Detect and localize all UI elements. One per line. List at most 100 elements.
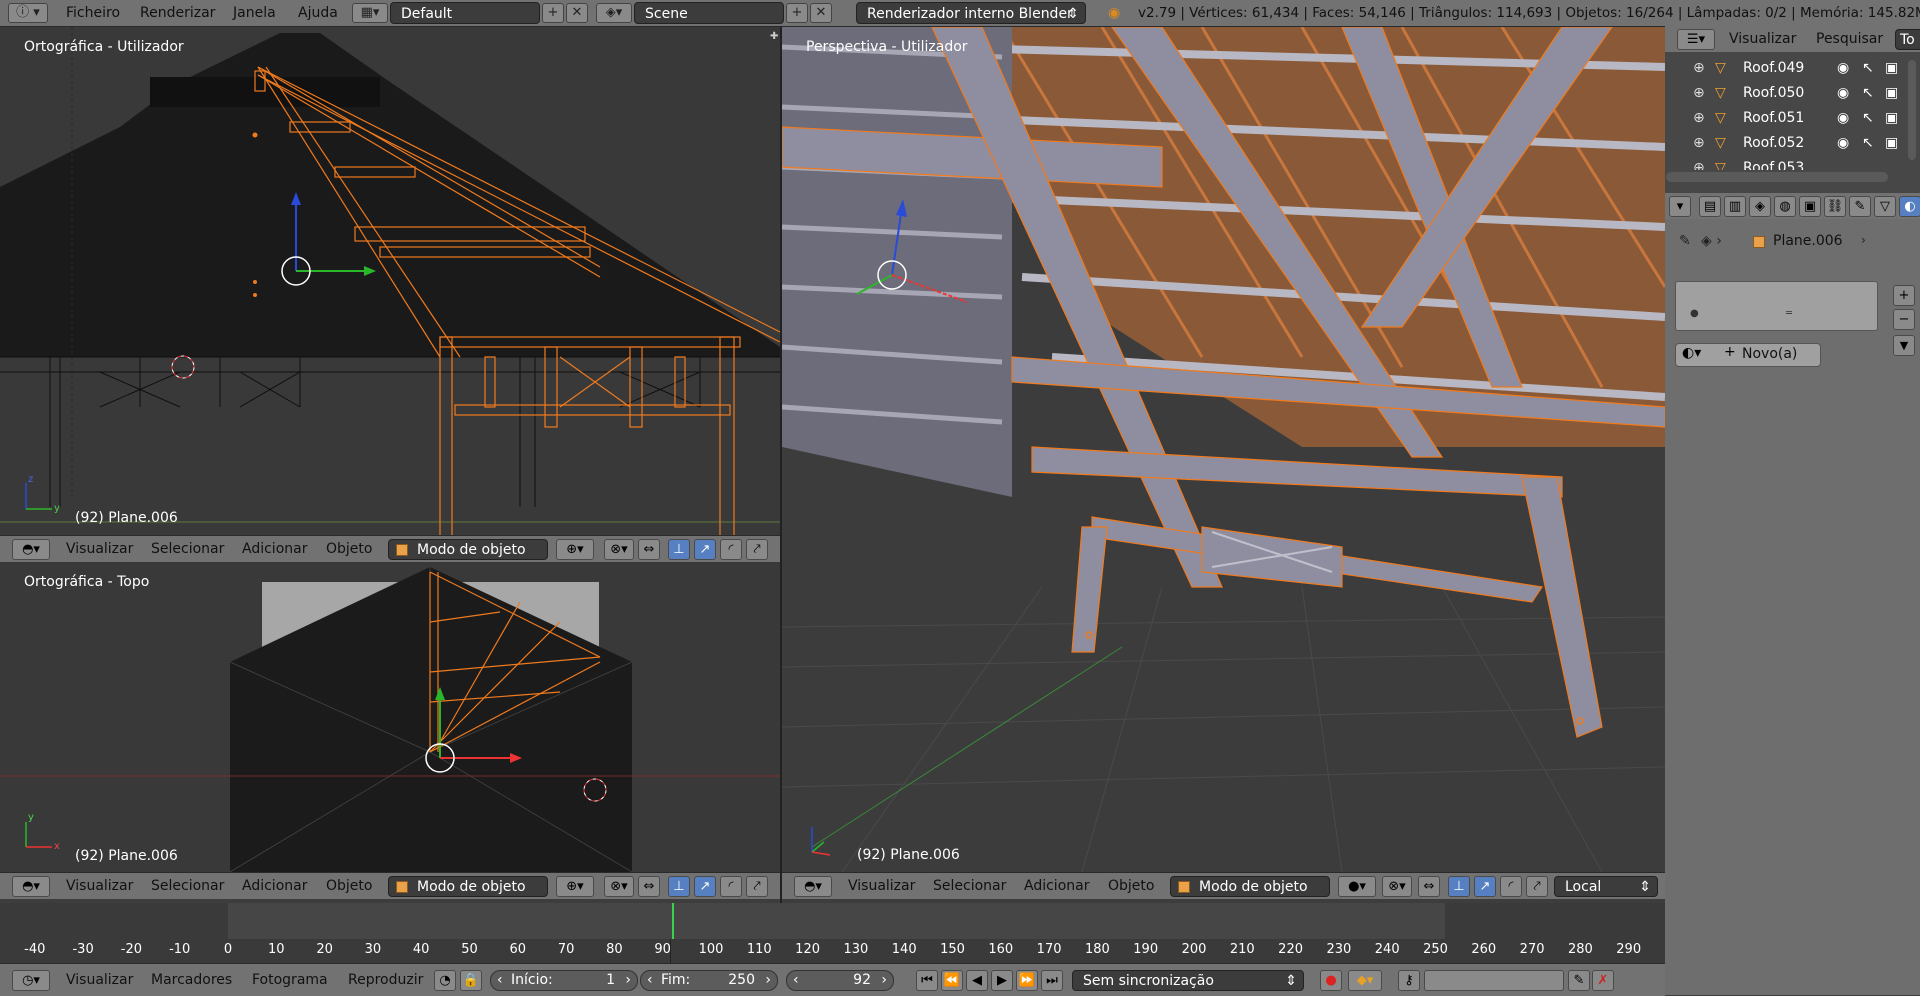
start-frame-field[interactable]: ‹ Início: 1 › bbox=[490, 970, 638, 991]
add-scene-button[interactable]: + bbox=[786, 3, 808, 23]
menu-object[interactable]: Objeto bbox=[326, 536, 372, 562]
jump-keyframe-forward-button[interactable]: ⏩ bbox=[1016, 970, 1038, 991]
transform-orientation-select[interactable]: Local ⇕ bbox=[1554, 876, 1658, 897]
rotate-manipulator-button[interactable]: ◜ bbox=[720, 876, 742, 897]
editor-type-button[interactable]: ◓▾ bbox=[794, 876, 832, 897]
scene-icon[interactable]: ◈▾ bbox=[596, 3, 632, 23]
viewport-shading-button[interactable]: ⊕▾ bbox=[556, 876, 594, 897]
scale-manipulator-button[interactable]: ⤤ bbox=[1526, 876, 1548, 897]
manipulator-toggle[interactable]: ⇔ bbox=[638, 539, 660, 560]
current-frame-field[interactable]: ‹ 92 › bbox=[786, 970, 894, 991]
increment-arrow-icon[interactable]: › bbox=[881, 971, 887, 990]
screen-layout-field[interactable]: Default bbox=[390, 2, 540, 24]
sync-mode-select[interactable]: Sem sincronização ⇕ bbox=[1072, 970, 1304, 991]
remove-screen-button[interactable]: ✕ bbox=[566, 3, 588, 23]
play-reverse-button[interactable]: ◀ bbox=[966, 970, 988, 991]
outliner-item[interactable]: ⊕ ▽ Roof.051 ◉ ↖ ▣ bbox=[1665, 106, 1905, 131]
manipulator-toggle[interactable]: ⇔ bbox=[1418, 876, 1440, 897]
menu-render[interactable]: Renderizar bbox=[140, 0, 215, 26]
cursor-icon[interactable]: ↖ bbox=[1862, 131, 1874, 156]
menu-object[interactable]: Objeto bbox=[326, 873, 372, 899]
viewport-bottom-left[interactable]: y x Ortográfica - Topo (92) Plane.006 bbox=[0, 562, 780, 872]
menu-view[interactable]: Visualizar bbox=[66, 967, 133, 993]
current-frame-playhead[interactable] bbox=[672, 903, 675, 939]
cursor-icon[interactable]: ↖ bbox=[1862, 56, 1874, 81]
camera-icon[interactable]: ▣ bbox=[1885, 131, 1898, 156]
increment-arrow-icon[interactable]: › bbox=[765, 971, 771, 990]
scale-manipulator-button[interactable]: ⤤ bbox=[746, 876, 768, 897]
render-engine-select[interactable]: Renderizador interno Blender ⇕ bbox=[856, 2, 1086, 24]
expand-icon[interactable]: ⊕ bbox=[1693, 156, 1705, 170]
translate-manipulator-button[interactable]: ↗ bbox=[694, 876, 716, 897]
outliner-editor-type-button[interactable]: ☰▾ bbox=[1677, 29, 1715, 50]
manipulator-toggle[interactable]: ⇔ bbox=[638, 876, 660, 897]
active-keying-set-field[interactable] bbox=[1424, 970, 1564, 991]
render-layers-tab-icon[interactable]: ▥ bbox=[1724, 196, 1746, 217]
pin-icon[interactable]: ✎ bbox=[1679, 233, 1691, 249]
editor-type-button[interactable]: ▾ bbox=[1669, 196, 1691, 217]
add-screen-button[interactable]: + bbox=[542, 3, 564, 23]
delete-keyframe-button[interactable]: ✗ bbox=[1592, 970, 1614, 991]
material-slot-list[interactable]: ● ═ bbox=[1675, 281, 1878, 331]
editor-type-button[interactable]: ◓▾ bbox=[12, 539, 50, 560]
rotate-manipulator-button[interactable]: ◜ bbox=[720, 539, 742, 560]
eye-icon[interactable]: ◉ bbox=[1837, 106, 1849, 131]
lock-icon[interactable]: 🔒 bbox=[460, 970, 482, 991]
eye-icon[interactable]: ◉ bbox=[1837, 56, 1849, 81]
interaction-mode-select[interactable]: Modo de objeto bbox=[388, 876, 548, 897]
slot-menu-button[interactable]: ▼ bbox=[1893, 335, 1915, 356]
screen-layout-icon[interactable]: ▦▾ bbox=[352, 3, 388, 23]
eye-icon[interactable]: ◉ bbox=[1837, 81, 1849, 106]
constraints-tab-icon[interactable]: ⛓ bbox=[1824, 196, 1846, 217]
editor-type-button[interactable]: ◓▾ bbox=[12, 876, 50, 897]
jump-keyframe-back-button[interactable]: ⏪ bbox=[941, 970, 963, 991]
menu-view[interactable]: Visualizar bbox=[848, 873, 915, 899]
rotate-manipulator-button[interactable]: ◜ bbox=[1500, 876, 1522, 897]
menu-search[interactable]: Pesquisar bbox=[1816, 26, 1883, 52]
interaction-mode-select[interactable]: Modo de objeto bbox=[388, 539, 548, 560]
menu-view[interactable]: Visualizar bbox=[66, 873, 133, 899]
camera-icon[interactable]: ▣ bbox=[1885, 81, 1898, 106]
translate-manipulator-button[interactable]: ↗ bbox=[1474, 876, 1496, 897]
preview-range-icon[interactable]: ◔ bbox=[434, 970, 456, 991]
camera-icon[interactable]: ▣ bbox=[1885, 56, 1898, 81]
translate-manipulator-icon[interactable]: ⊥ bbox=[668, 539, 690, 560]
decrement-arrow-icon[interactable]: ‹ bbox=[793, 971, 799, 990]
pivot-point-button[interactable]: ⊗▾ bbox=[604, 539, 634, 560]
expand-icon[interactable]: ⊕ bbox=[1693, 81, 1705, 106]
scale-manipulator-button[interactable]: ⤤ bbox=[746, 539, 768, 560]
add-slot-button[interactable]: + bbox=[1893, 285, 1915, 306]
increment-arrow-icon[interactable]: › bbox=[625, 971, 631, 990]
world-tab-icon[interactable]: ◍ bbox=[1774, 196, 1796, 217]
translate-manipulator-icon[interactable]: ⊥ bbox=[668, 876, 690, 897]
outliner-item[interactable]: ⊕ ▽ Roof.050 ◉ ↖ ▣ bbox=[1665, 81, 1905, 106]
cursor-icon[interactable]: ↖ bbox=[1862, 106, 1874, 131]
record-button[interactable]: ● bbox=[1320, 970, 1342, 991]
menu-view[interactable]: Visualizar bbox=[66, 536, 133, 562]
menu-help[interactable]: Ajuda bbox=[298, 0, 338, 26]
menu-add[interactable]: Adicionar bbox=[242, 536, 307, 562]
menu-window[interactable]: Janela bbox=[233, 0, 276, 26]
viewport-perspective[interactable]: Perspectiva - Utilizador (92) Plane.006 bbox=[782, 27, 1665, 872]
menu-frame[interactable]: Fotograma bbox=[252, 967, 328, 993]
menu-select[interactable]: Selecionar bbox=[151, 873, 224, 899]
translate-manipulator-button[interactable]: ↗ bbox=[694, 539, 716, 560]
scene-field[interactable]: Scene bbox=[634, 2, 784, 24]
timeline-ruler[interactable] bbox=[0, 939, 1665, 963]
viewport-shading-button[interactable]: ⊕▾ bbox=[556, 539, 594, 560]
jump-end-button[interactable]: ⏭ bbox=[1041, 970, 1063, 991]
pivot-point-button[interactable]: ⊗▾ bbox=[604, 876, 634, 897]
remove-scene-button[interactable]: ✕ bbox=[810, 3, 832, 23]
modifiers-tab-icon[interactable]: ✎ bbox=[1849, 196, 1871, 217]
eye-icon[interactable]: ◉ bbox=[1837, 131, 1849, 156]
object-tab-icon[interactable]: ▣ bbox=[1799, 196, 1821, 217]
viewport-top-left[interactable]: z y Ortográfica - Utilizador (92) Plane.… bbox=[0, 27, 780, 535]
horizontal-scrollbar[interactable] bbox=[1666, 172, 1888, 182]
outliner-item[interactable]: ⊕ ▽ Roof.053 bbox=[1665, 156, 1905, 170]
menu-object[interactable]: Objeto bbox=[1108, 873, 1154, 899]
material-tab-icon[interactable]: ◐ bbox=[1899, 196, 1920, 217]
expand-icon[interactable]: ⊕ bbox=[1693, 106, 1705, 131]
end-frame-field[interactable]: ‹ Fim: 250 › bbox=[640, 970, 778, 991]
menu-view[interactable]: Visualizar bbox=[1729, 26, 1796, 52]
timeline[interactable]: -40 -30 -20 -10 0 10 20 30 40 50 60 70 80 90 100 110 120… bbox=[0, 903, 1665, 963]
